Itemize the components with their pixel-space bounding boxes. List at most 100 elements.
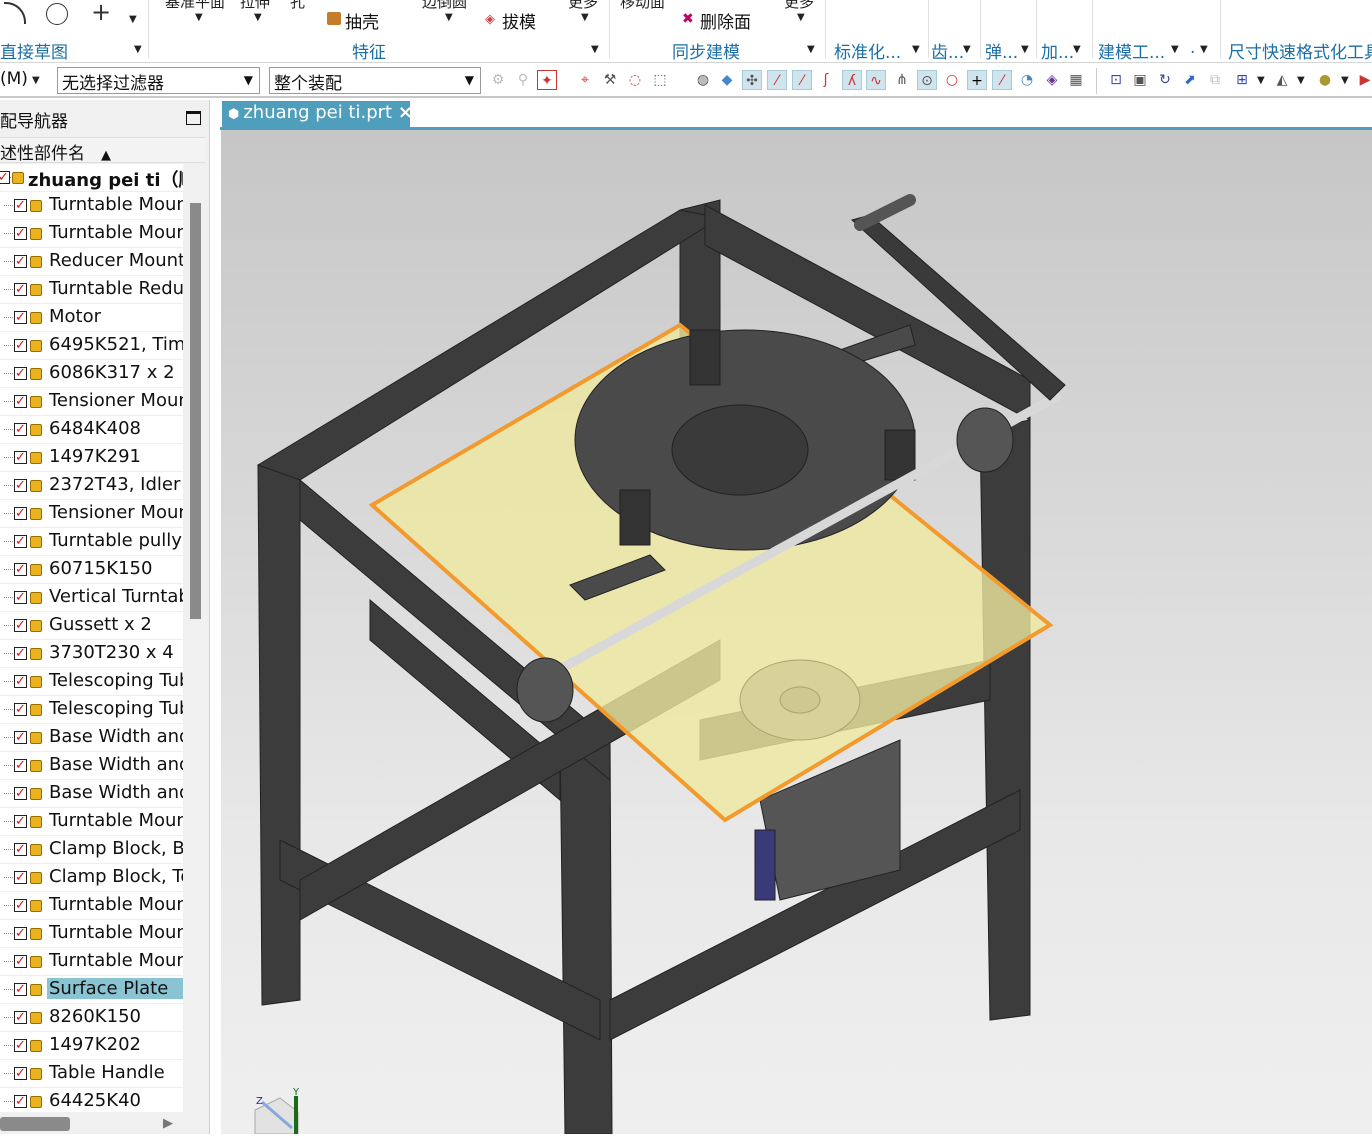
group-dimension-format[interactable]: 尺寸快速格式化工具	[1228, 38, 1372, 63]
arc-center-icon[interactable]: ⊙	[917, 70, 937, 90]
visibility-checkbox[interactable]: ✓	[14, 1095, 27, 1108]
visibility-checkbox[interactable]: ✓	[14, 451, 27, 464]
visibility-checkbox[interactable]: ✓	[14, 1067, 27, 1080]
visibility-checkbox[interactable]: ✓	[14, 199, 27, 212]
list-item[interactable]: ✓ Turntable Moun	[0, 192, 183, 220]
list-item[interactable]: ✓ Turntable Moun	[0, 220, 183, 248]
snap-point-icon[interactable]: ✣	[742, 70, 762, 90]
list-item[interactable]: ✓ Tensioner Moun	[0, 500, 183, 528]
close-tab-button[interactable]: ×	[398, 102, 413, 123]
visibility-checkbox[interactable]: ✓	[14, 927, 27, 940]
circle-icon[interactable]	[46, 3, 68, 25]
visibility-checkbox[interactable]: ✓	[14, 731, 27, 744]
visibility-checkbox[interactable]: ✓	[14, 339, 27, 352]
visibility-checkbox[interactable]: ✓	[14, 283, 27, 296]
list-item[interactable]: ✓ Reducer Mount	[0, 248, 183, 276]
pan-icon[interactable]: ▣	[1130, 70, 1150, 90]
point-on-curve-icon[interactable]: ⁄	[992, 70, 1012, 90]
visibility-checkbox[interactable]: ✓	[14, 843, 27, 856]
list-item[interactable]: ✓ Turntable Moun	[0, 808, 183, 836]
column-header[interactable]: 述性部件名 ▲	[0, 137, 205, 164]
list-item[interactable]: ✓ 8260K150	[0, 1004, 183, 1032]
list-item[interactable]: ✓ Turntable pully	[0, 528, 183, 556]
tab-zhuang-pei-ti[interactable]: ⬢ zhuang pei ti.prt ×	[222, 101, 413, 128]
midpoint-icon[interactable]: ⁄	[792, 70, 812, 90]
draft-button[interactable]: 拔模	[502, 8, 536, 33]
visibility-checkbox[interactable]: ✓	[14, 871, 27, 884]
curve-point-icon[interactable]: ∿	[866, 70, 886, 90]
filter-icon[interactable]: ⚲	[513, 70, 533, 90]
delete-face-button[interactable]: 删除面	[700, 8, 751, 33]
group-misc[interactable]: .	[1190, 38, 1195, 58]
extrude-button[interactable]: 拉伸	[240, 0, 270, 12]
list-item[interactable]: ✓ Turntable Moun	[0, 892, 183, 920]
visibility-checkbox[interactable]: ✓	[14, 703, 27, 716]
list-item[interactable]: ✓ Base Width and	[0, 780, 183, 808]
group-gear[interactable]: 齿...	[931, 38, 964, 63]
solid-icon[interactable]: ◍	[693, 70, 713, 90]
tangent-icon[interactable]: ⋔	[892, 70, 912, 90]
list-item[interactable]: ✓ Base Width and	[0, 752, 183, 780]
hole-button[interactable]: 孔	[290, 0, 305, 12]
intersection-icon[interactable]: ʎ	[842, 70, 862, 90]
menu-button[interactable]: (M)	[0, 69, 28, 89]
perspective-icon[interactable]: ⬈	[1180, 70, 1200, 90]
move-face-button[interactable]: 移动面	[620, 0, 665, 12]
list-item[interactable]: ✓ Telescoping Tub	[0, 696, 183, 724]
tree-root[interactable]: ✓ zhuang pei ti（顺	[0, 164, 183, 192]
datum-plane-button[interactable]: 基准平面	[165, 0, 225, 12]
list-item[interactable]: ✓ 2372T43, Idler F	[0, 472, 183, 500]
quadrant-icon[interactable]: ○	[942, 70, 962, 90]
render-style-icon[interactable]: ◭	[1272, 70, 1292, 90]
snap-icon[interactable]: ⌖	[575, 70, 595, 90]
list-item[interactable]: ✓ 1497K202	[0, 1032, 183, 1060]
rectangle-select-icon[interactable]: ⬚	[650, 70, 670, 90]
group-modeling-tools[interactable]: 建模工...	[1098, 38, 1165, 63]
select-feature-icon[interactable]: ⚙	[488, 70, 508, 90]
list-item[interactable]: ✓ 1497K291	[0, 444, 183, 472]
rotate-icon[interactable]: ↻	[1155, 70, 1175, 90]
visibility-checkbox[interactable]: ✓	[14, 787, 27, 800]
list-item[interactable]: ✓ 6484K408	[0, 416, 183, 444]
visibility-checkbox[interactable]: ✓	[14, 955, 27, 968]
list-item[interactable]: ✓ Motor	[0, 304, 183, 332]
type-filter-icon[interactable]: ✦	[537, 70, 557, 90]
list-item[interactable]: ✓ Telescoping Tub	[0, 668, 183, 696]
visibility-checkbox[interactable]: ✓	[14, 815, 27, 828]
group-direct-sketch[interactable]: 直接草图	[0, 38, 68, 63]
grid-icon[interactable]: ▦	[1066, 70, 1086, 90]
visibility-checkbox[interactable]: ✓	[14, 395, 27, 408]
scroll-right-arrow[interactable]: ▶	[163, 1116, 173, 1131]
visibility-checkbox[interactable]: ✓	[14, 227, 27, 240]
list-item[interactable]: ✓ 6495K521, Timi	[0, 332, 183, 360]
maximize-icon[interactable]	[186, 111, 201, 125]
graphics-viewport[interactable]: Z Y	[221, 130, 1372, 1135]
existing-point-icon[interactable]: +	[967, 70, 987, 90]
visibility-checkbox[interactable]: ✓	[14, 759, 27, 772]
visibility-checkbox[interactable]: ✓	[14, 255, 27, 268]
section-view-icon[interactable]: ▶	[1355, 70, 1372, 90]
list-item[interactable]: ✓ Turntable Moun	[0, 920, 183, 948]
list-item[interactable]: ✓ Table Handle	[0, 1060, 183, 1088]
vertical-scrollbar[interactable]	[190, 203, 201, 619]
visibility-checkbox[interactable]: ✓	[14, 619, 27, 632]
fit-view-icon[interactable]: ⊡	[1106, 70, 1126, 90]
endpoint-icon[interactable]: ⁄	[767, 70, 787, 90]
background-icon[interactable]: ●	[1315, 70, 1335, 90]
point-icon[interactable]: +	[91, 0, 111, 26]
horizontal-scrollbar[interactable]	[0, 1117, 70, 1131]
list-item[interactable]: ✓ 60715K150	[0, 556, 183, 584]
list-item[interactable]: ✓ Surface Plate	[0, 976, 183, 1004]
visibility-checkbox[interactable]: ✓	[14, 563, 27, 576]
list-item[interactable]: ✓ Clamp Block, To	[0, 864, 183, 892]
list-item[interactable]: ✓ 6086K317 x 2	[0, 360, 183, 388]
control-point-icon[interactable]: ʃ	[816, 70, 836, 90]
more-button-2[interactable]: 更多	[784, 0, 814, 12]
list-item[interactable]: ✓ 3730T230 x 4	[0, 640, 183, 668]
visibility-checkbox[interactable]: ✓	[14, 423, 27, 436]
list-item[interactable]: ✓ Clamp Block, Bo	[0, 836, 183, 864]
visibility-checkbox[interactable]: ✓	[14, 507, 27, 520]
group-add[interactable]: 加...	[1041, 38, 1074, 63]
shell-button[interactable]: 抽壳	[345, 8, 379, 33]
point-on-face-icon[interactable]: ◔	[1017, 70, 1037, 90]
